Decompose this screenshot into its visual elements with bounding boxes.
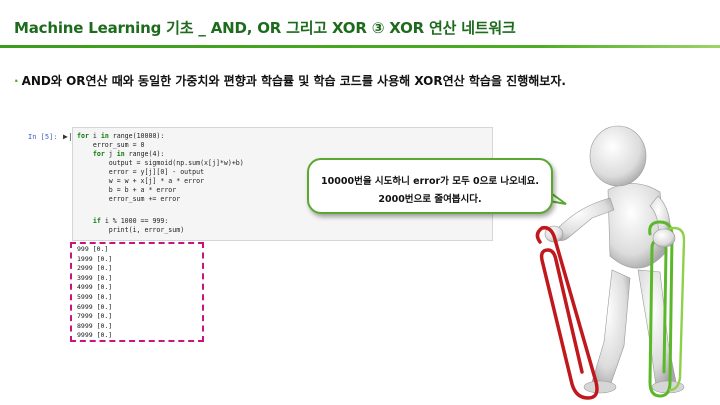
output-line: 2999 [0.] (77, 264, 113, 273)
output-highlight-box: 999 [0.] 1999 [0.] 2999 [0.] 3999 [0.] 4… (70, 242, 204, 342)
output-line: 6999 [0.] (77, 302, 113, 311)
bullet-item: · AND와 OR연산 때와 동일한 가중치와 편향과 학습률 및 학습 코드를 … (14, 72, 566, 89)
bullet-text: AND와 OR연산 때와 동일한 가중치와 편향과 학습률 및 학습 코드를 사… (21, 74, 566, 88)
code-line: b = b + a * error (77, 186, 177, 194)
code-line: for j in range(4): (92, 150, 165, 158)
slide-title: Machine Learning 기초 _ AND, OR 그리고 XOR ③ … (14, 19, 516, 37)
code-line: if i % 1000 == 999: (92, 217, 169, 225)
person-holding-paperclips-icon (535, 125, 686, 400)
code-line: w = w + x[j] * a * error (77, 177, 205, 185)
output-line: 3999 [0.] (77, 273, 113, 282)
title-divider (0, 45, 720, 48)
cell-prompt: In [5]: (28, 133, 58, 141)
code-line: error_sum += error (77, 195, 181, 203)
output-line: 4999 [0.] (77, 283, 113, 292)
output-line: 999 [0.] (77, 245, 109, 253)
output-line: 5999 [0.] (77, 293, 113, 301)
code-line: output = sigmoid(np.sum(x[j]*w)+b) (77, 159, 244, 167)
code-line: error = y[j][0] - output (77, 168, 205, 176)
code-line: print(i, error_sum) (77, 226, 185, 234)
output-line: 1999 [0.] (77, 254, 113, 263)
code-line: for i in range(10000): (77, 132, 165, 140)
output-line: 8999 [0.] (77, 321, 113, 330)
output-line: 9999 [0.] (77, 331, 113, 340)
output-line: 7999 [0.] (77, 312, 113, 321)
bullet-icon: · (14, 74, 19, 88)
code-line: error_sum = 0 (77, 141, 145, 149)
